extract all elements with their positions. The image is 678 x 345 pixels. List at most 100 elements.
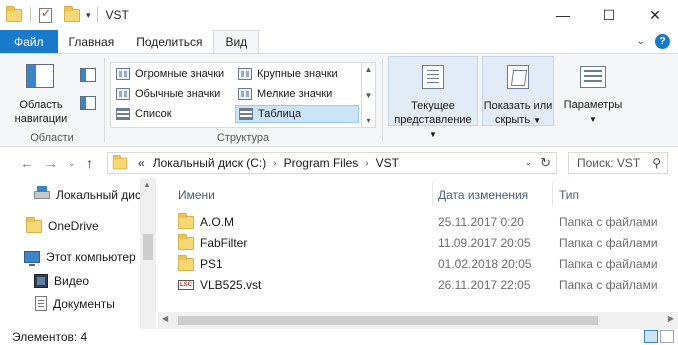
nav-item-label: Видео bbox=[54, 274, 90, 288]
file-type: Папка с файлами bbox=[559, 257, 658, 271]
gallery-scroll[interactable]: ▲ ▼ ▾ bbox=[361, 63, 375, 127]
layout-list[interactable]: Список bbox=[113, 105, 233, 123]
navigation-pane-icon[interactable] bbox=[26, 64, 54, 88]
scroll-left-icon[interactable]: ◀ bbox=[162, 314, 168, 323]
column-header-name[interactable]: Имени bbox=[178, 186, 215, 204]
layout-item-label: Огромные значки bbox=[135, 68, 225, 80]
new-folder-icon[interactable] bbox=[64, 5, 80, 22]
horizontal-scrollbar[interactable]: ◀ ▶ bbox=[158, 312, 678, 329]
nav-item-label: Документы bbox=[53, 296, 115, 311]
large-icons-view-toggle[interactable] bbox=[660, 330, 674, 343]
computer-icon bbox=[24, 251, 40, 266]
nav-item-onedrive[interactable]: OneDrive bbox=[26, 216, 99, 233]
large-icons-icon bbox=[238, 68, 252, 80]
group-label-panes: Области bbox=[30, 132, 74, 144]
layout-item-label: Обычные значки bbox=[135, 88, 221, 100]
folder-icon[interactable] bbox=[6, 5, 22, 22]
breadcrumb-local-disk[interactable]: Локальный диск (C:) bbox=[149, 156, 271, 170]
address-bar[interactable]: « Локальный диск (C:) › Program Files › … bbox=[107, 152, 557, 174]
divider bbox=[382, 58, 383, 142]
divider[interactable] bbox=[432, 182, 433, 206]
table-row[interactable]: PS1 01.02.2018 20:05 Папка с файлами bbox=[178, 254, 678, 274]
scrollbar-thumb[interactable] bbox=[178, 316, 598, 325]
layout-medium-icons[interactable]: Обычные значки bbox=[113, 85, 233, 103]
folder-icon bbox=[178, 254, 194, 271]
nav-item-documents[interactable]: Документы bbox=[35, 296, 115, 311]
recent-locations-dropdown[interactable]: ⌄ bbox=[68, 158, 76, 169]
show-hide-button[interactable]: Показать или скрыть ▼ bbox=[482, 56, 554, 126]
file-type: Папка с файлами bbox=[559, 215, 658, 229]
maximize-button[interactable]: ☐ bbox=[586, 0, 632, 30]
details-icon bbox=[239, 108, 253, 120]
details-view-toggle[interactable] bbox=[644, 330, 658, 343]
layout-small-icons[interactable]: Мелкие значки bbox=[235, 85, 359, 103]
chevron-right-icon[interactable]: › bbox=[270, 158, 279, 169]
navigation-pane-button[interactable]: Область навигации bbox=[6, 98, 76, 126]
tab-share[interactable]: Поделиться bbox=[125, 30, 213, 54]
search-placeholder: Поиск: VST bbox=[577, 156, 641, 170]
folder-icon bbox=[178, 212, 194, 229]
layout-large-icons[interactable]: Крупные значки bbox=[235, 65, 359, 83]
refresh-icon[interactable]: ↻ bbox=[540, 155, 551, 171]
file-name: FabFilter bbox=[200, 236, 248, 250]
chevron-up-icon[interactable]: ▲ bbox=[365, 65, 373, 74]
nav-item-local-disk[interactable]: Локальный диск bbox=[34, 186, 146, 202]
expand-gallery-icon[interactable]: ▾ bbox=[366, 116, 370, 125]
column-header-date[interactable]: Дата изменения bbox=[438, 186, 528, 204]
chevron-down-icon[interactable]: ⌄ bbox=[637, 36, 645, 47]
file-name: PS1 bbox=[200, 257, 223, 271]
layout-item-label: Таблица bbox=[258, 108, 302, 120]
chevron-down-icon[interactable]: ▼ bbox=[365, 91, 373, 100]
nav-item-videos[interactable]: Видео bbox=[34, 274, 89, 288]
table-row[interactable]: A.O.M 25.11.2017 0:20 Папка с файлами bbox=[178, 212, 678, 232]
scroll-up-icon[interactable]: ▲ bbox=[143, 180, 151, 189]
nav-pane-scrollbar[interactable]: ▲ bbox=[140, 178, 156, 330]
address-dropdown[interactable]: ⌄ bbox=[524, 157, 532, 168]
scrollbar-thumb[interactable] bbox=[143, 234, 153, 260]
divider bbox=[96, 7, 98, 23]
up-button[interactable]: ↑ bbox=[86, 155, 93, 171]
options-icon[interactable] bbox=[580, 66, 606, 88]
forward-button[interactable]: → bbox=[44, 155, 58, 171]
table-row[interactable]: FabFilter 11.09.2017 20:05 Папка с файла… bbox=[178, 233, 678, 253]
minimize-button[interactable]: — bbox=[540, 0, 586, 30]
close-button[interactable]: ✕ bbox=[632, 0, 678, 30]
file-date: 01.02.2018 20:05 bbox=[438, 257, 532, 271]
folder-icon bbox=[112, 154, 128, 169]
help-icon[interactable]: ? bbox=[655, 34, 670, 49]
search-icon[interactable]: ⚲ bbox=[652, 156, 661, 170]
layout-item-label: Мелкие значки bbox=[257, 88, 333, 100]
chevron-right-icon[interactable]: › bbox=[362, 158, 371, 169]
file-date: 25.11.2017 0:20 bbox=[438, 215, 524, 229]
customize-qat-dropdown[interactable]: ▾ bbox=[86, 10, 91, 21]
details-pane-icon[interactable] bbox=[80, 96, 96, 110]
properties-icon[interactable] bbox=[39, 6, 52, 23]
column-header-type[interactable]: Тип bbox=[559, 186, 579, 204]
file-type: Папка с файлами bbox=[559, 236, 658, 250]
breadcrumb-vst[interactable]: VST bbox=[372, 156, 403, 170]
options-button[interactable]: Параметры ▼ bbox=[556, 98, 630, 127]
search-input[interactable]: Поиск: VST ⚲ bbox=[568, 152, 668, 174]
divider bbox=[30, 7, 31, 23]
preview-pane-icon[interactable] bbox=[80, 68, 96, 82]
quick-access-toolbar: ▾ bbox=[0, 5, 91, 23]
layout-details[interactable]: Таблица bbox=[235, 105, 359, 123]
divider[interactable] bbox=[552, 182, 553, 206]
title-bar: ▾ VST — ☐ ✕ bbox=[0, 0, 678, 30]
current-view-button[interactable]: Текущее представление ▼ bbox=[388, 56, 478, 139]
tab-home[interactable]: Главная bbox=[58, 30, 126, 54]
status-bar: Элементов: 4 bbox=[0, 329, 678, 345]
ribbon-tabs: Файл Главная Поделиться Вид ⌄ ? bbox=[0, 30, 678, 54]
file-list: Имени Дата изменения Тип A.O.M 25.11.201… bbox=[158, 178, 678, 330]
folder-icon bbox=[26, 216, 42, 233]
tab-file[interactable]: Файл bbox=[0, 30, 58, 54]
breadcrumb-overflow[interactable]: « bbox=[134, 156, 149, 170]
breadcrumb-program-files[interactable]: Program Files bbox=[280, 156, 363, 170]
scroll-right-icon[interactable]: ▶ bbox=[668, 314, 674, 323]
back-button[interactable]: ← bbox=[20, 155, 34, 171]
table-row[interactable]: LSC VLB525.vst 26.11.2017 22:05 Папка с ф… bbox=[178, 275, 678, 295]
layout-extra-large-icons[interactable]: Огромные значки bbox=[113, 65, 233, 83]
tab-view[interactable]: Вид bbox=[213, 30, 260, 54]
nav-item-this-pc[interactable]: Этот компьютер bbox=[24, 250, 136, 266]
address-row: ← → ⌄ ↑ « Локальный диск (C:) › Program … bbox=[0, 148, 678, 178]
